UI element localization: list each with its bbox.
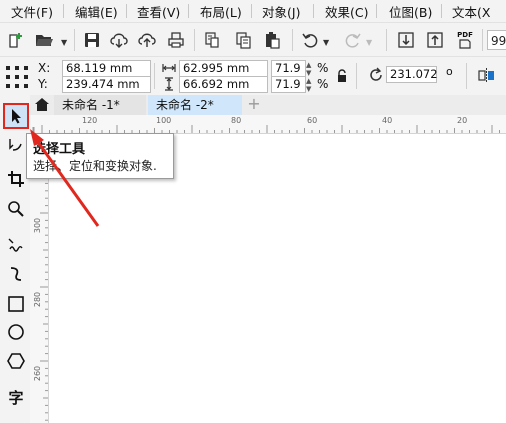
- annotation-arrow-head: [30, 129, 44, 146]
- annotation-arrow-shaft: [33, 137, 100, 227]
- annotation-arrow: [30, 129, 100, 227]
